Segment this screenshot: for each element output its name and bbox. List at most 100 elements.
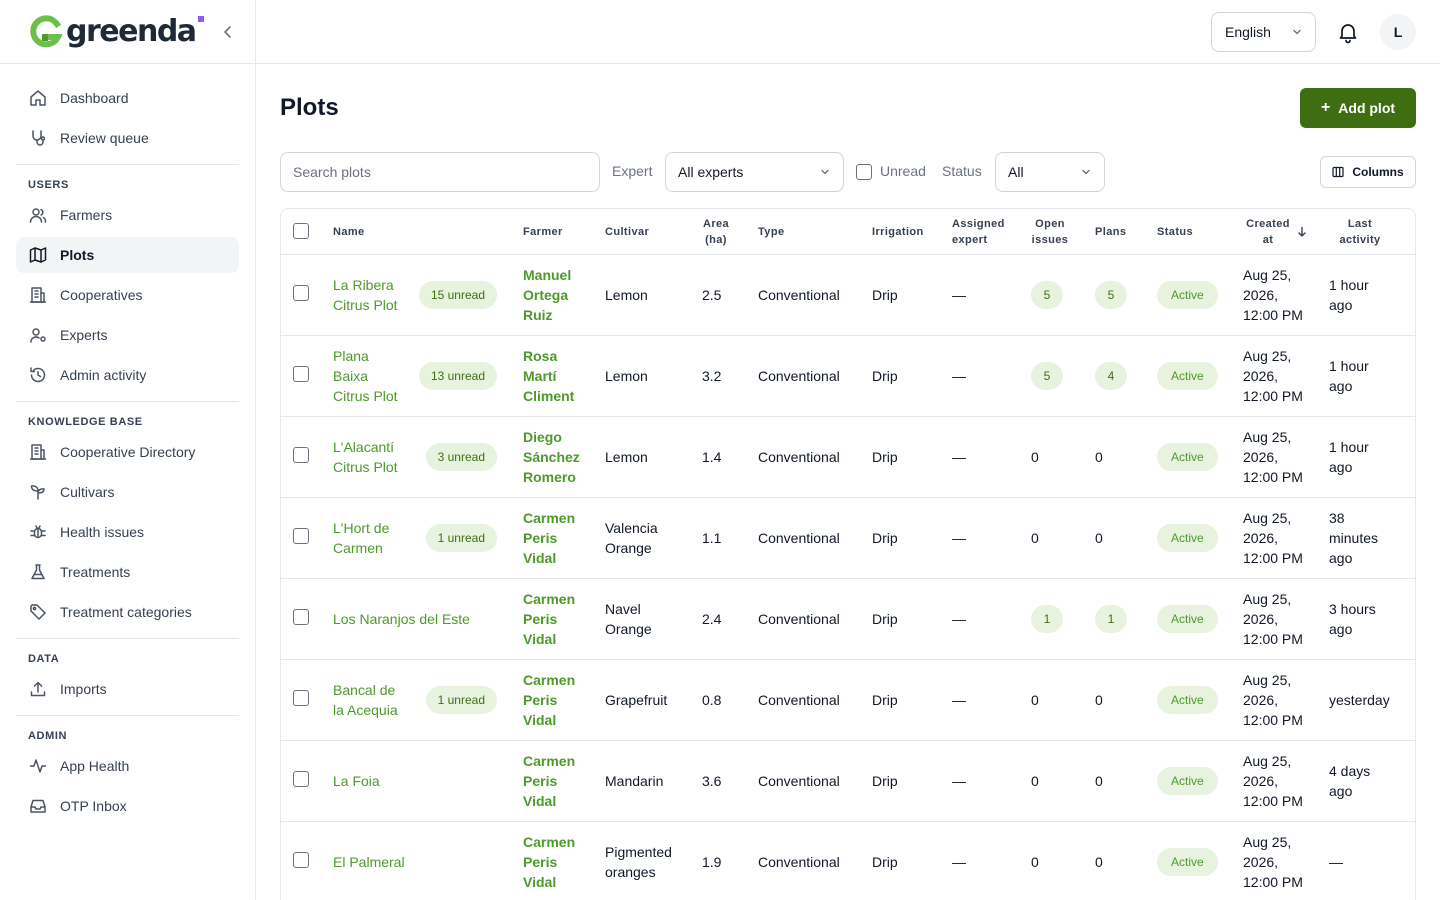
table-row[interactable]: Plana Baixa Citrus Plot 13 unread Rosa Mart… — [281, 336, 1415, 417]
area-cell: 3.6 — [702, 773, 722, 789]
table-row[interactable]: La Foia Carmen Peris Vidal Mandarin 3.6 Co… — [281, 741, 1415, 822]
plot-name-link[interactable]: L'Hort de Carmen — [333, 518, 389, 558]
plot-name-link[interactable]: La Ribera Citrus Plot — [333, 275, 398, 315]
row-checkbox[interactable] — [293, 447, 309, 463]
farmer-link[interactable]: Rosa Martí Climent — [523, 346, 574, 406]
sidebar-item-cooperatives[interactable]: Cooperatives — [16, 277, 239, 313]
open-issues-badge: 1 — [1031, 605, 1063, 633]
sidebar-item-treatment-categories[interactable]: Treatment categories — [16, 594, 239, 630]
header-created-at[interactable]: Created at — [1243, 209, 1293, 255]
sidebar-item-dashboard[interactable]: Dashboard — [16, 80, 239, 116]
sidebar-item-health-issues[interactable]: Health issues — [16, 514, 239, 550]
cultivar-cell: Valencia Orange — [605, 520, 658, 556]
row-checkbox[interactable] — [293, 771, 309, 787]
sidebar-item-plots[interactable]: Plots — [16, 237, 239, 273]
row-checkbox[interactable] — [293, 609, 309, 625]
area-cell: 3.2 — [702, 368, 722, 384]
table-row[interactable]: L'Alacantí Citrus Plot 3 unread Diego Sánc… — [281, 417, 1415, 498]
header-open-issues[interactable]: Open issues — [1031, 209, 1069, 255]
collapse-sidebar-button[interactable] — [220, 22, 236, 42]
status-filter-label: Status — [942, 163, 982, 179]
cultivar-cell: Grapefruit — [605, 692, 668, 708]
header-assigned-expert[interactable]: Assigned expert — [952, 209, 1005, 255]
plot-name-link[interactable]: La Foia — [333, 771, 380, 791]
sidebar-item-app-health[interactable]: App Health — [16, 748, 239, 784]
sidebar-item-experts[interactable]: Experts — [16, 317, 239, 353]
language-select[interactable]: English — [1211, 12, 1316, 52]
sidebar-item-admin-activity[interactable]: Admin activity — [16, 357, 239, 393]
status-badge: Active — [1157, 281, 1218, 309]
area-cell: 1.1 — [702, 530, 722, 546]
columns-button[interactable]: Columns — [1320, 156, 1416, 188]
sort-desc-icon[interactable] — [1297, 226, 1307, 238]
add-plot-button[interactable]: + Add plot — [1300, 88, 1416, 128]
unread-filter-label: Unread — [880, 163, 926, 179]
header-name[interactable]: Name — [333, 209, 365, 255]
header-plans[interactable]: Plans — [1095, 209, 1126, 255]
sidebar-item-otp-inbox[interactable]: OTP Inbox — [16, 788, 239, 824]
created-at-cell: Aug 25, 2026, 12:00 PM — [1243, 834, 1303, 890]
table-row[interactable]: El Palmeral Carmen Peris Vidal Pigmented or… — [281, 822, 1415, 900]
header-cultivar[interactable]: Cultivar — [605, 209, 649, 255]
brand-name: greenda — [66, 13, 197, 49]
row-checkbox[interactable] — [293, 285, 309, 301]
unread-checkbox[interactable] — [856, 164, 872, 180]
farmer-link[interactable]: Carmen Peris Vidal — [523, 670, 575, 730]
plans-value: 0 — [1095, 449, 1103, 465]
sidebar-item-label: OTP Inbox — [60, 798, 127, 814]
header-type[interactable]: Type — [758, 209, 784, 255]
unread-badge: 15 unread — [418, 281, 497, 309]
table-header: Name Farmer Cultivar Area (ha) Type Irrig… — [281, 209, 1415, 255]
row-checkbox[interactable] — [293, 852, 309, 868]
created-at-cell: Aug 25, 2026, 12:00 PM — [1243, 672, 1303, 728]
farmer-link[interactable]: Carmen Peris Vidal — [523, 751, 575, 811]
sidebar-item-label: Farmers — [60, 207, 113, 223]
assigned-expert-cell: — — [952, 854, 966, 870]
sidebar-item-cultivars[interactable]: Cultivars — [16, 474, 239, 510]
plans-badge: 5 — [1095, 281, 1127, 309]
row-checkbox[interactable] — [293, 528, 309, 544]
plot-name-link[interactable]: L'Alacantí Citrus Plot — [333, 437, 398, 477]
row-checkbox[interactable] — [293, 366, 309, 382]
assigned-expert-cell: — — [952, 449, 966, 465]
farmer-link[interactable]: Manuel Ortega Ruiz — [523, 265, 571, 325]
table-row[interactable]: Bancal de la Acequia 1 unread Carmen Peris… — [281, 660, 1415, 741]
expert-select[interactable]: All experts — [665, 152, 844, 192]
table-row[interactable]: La Ribera Citrus Plot 15 unread Manuel Ort… — [281, 255, 1415, 336]
plot-name-link[interactable]: Los Naranjos del Este — [333, 609, 470, 629]
sidebar-item-review-queue[interactable]: Review queue — [16, 120, 239, 156]
table-row[interactable]: Los Naranjos del Este Carmen Peris Vidal N… — [281, 579, 1415, 660]
sidebar-item-imports[interactable]: Imports — [16, 671, 239, 707]
nav-divider — [16, 638, 239, 639]
sidebar-item-label: Admin activity — [60, 367, 147, 383]
header-last-activity[interactable]: Last activity — [1329, 209, 1391, 255]
farmer-link[interactable]: Diego Sánchez Romero — [523, 427, 580, 487]
sidebar-item-farmers[interactable]: Farmers — [16, 197, 239, 233]
notifications-button[interactable] — [1336, 20, 1360, 44]
header-farmer[interactable]: Farmer — [523, 209, 563, 255]
logo[interactable]: greenda — [28, 13, 197, 49]
header-area[interactable]: Area (ha) — [702, 209, 730, 255]
header-irrigation[interactable]: Irrigation — [872, 209, 924, 255]
user-avatar[interactable]: L — [1380, 14, 1416, 50]
sidebar-item-label: Cooperative Directory — [60, 444, 196, 460]
sidebar-item-cooperative-directory[interactable]: Cooperative Directory — [16, 434, 239, 470]
sidebar-item-label: Treatments — [60, 564, 131, 580]
status-select[interactable]: All — [995, 152, 1105, 192]
plot-name-link[interactable]: Bancal de la Acequia — [333, 680, 398, 720]
header-status[interactable]: Status — [1157, 209, 1193, 255]
status-badge: Active — [1157, 443, 1218, 471]
farmer-link[interactable]: Carmen Peris Vidal — [523, 508, 575, 568]
sidebar-item-treatments[interactable]: Treatments — [16, 554, 239, 590]
farmer-link[interactable]: Carmen Peris Vidal — [523, 832, 575, 892]
row-checkbox[interactable] — [293, 690, 309, 706]
unread-badge: 3 unread — [425, 443, 497, 471]
table-row[interactable]: L'Hort de Carmen 1 unread Carmen Peris Vida… — [281, 498, 1415, 579]
plot-name-link[interactable]: El Palmeral — [333, 852, 405, 872]
nav-section-title: ADMIN — [28, 730, 68, 742]
farmer-link[interactable]: Carmen Peris Vidal — [523, 589, 575, 649]
select-all-checkbox[interactable] — [293, 223, 309, 239]
chevron-down-icon — [821, 169, 829, 175]
plot-name-link[interactable]: Plana Baixa Citrus Plot — [333, 346, 398, 406]
search-input[interactable] — [280, 152, 600, 192]
